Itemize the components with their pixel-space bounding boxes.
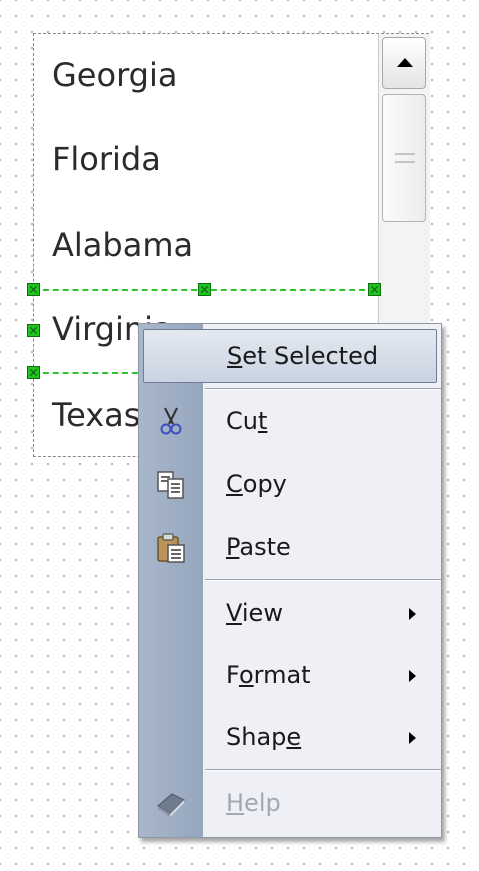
- list-item[interactable]: Alabama: [52, 226, 193, 264]
- selection-handle-bottom-left[interactable]: [27, 366, 40, 379]
- selection-handle-middle-left[interactable]: [27, 324, 40, 337]
- menu-item-label: Shape: [226, 723, 302, 751]
- menu-item-format[interactable]: Format: [139, 648, 441, 704]
- submenu-arrow-icon: [409, 732, 416, 744]
- menu-separator: [205, 388, 441, 390]
- submenu-arrow-icon: [409, 670, 416, 682]
- menu-separator: [205, 579, 441, 581]
- menu-item-help[interactable]: Help: [139, 776, 441, 832]
- selection-handle-top-left[interactable]: [27, 283, 40, 296]
- menu-item-cut[interactable]: Cut: [139, 394, 441, 450]
- menu-item-label: Set Selected: [227, 342, 379, 370]
- menu-item-label: Copy: [226, 470, 287, 498]
- copy-icon: [157, 471, 184, 499]
- selection-handle-top-center[interactable]: [198, 283, 211, 296]
- submenu-arrow-icon: [409, 608, 416, 620]
- paste-icon: [157, 533, 185, 563]
- menu-separator: [205, 769, 441, 771]
- list-item[interactable]: Georgia: [52, 56, 177, 94]
- menu-item-label: Format: [226, 661, 311, 689]
- menu-item-paste[interactable]: Paste: [139, 520, 441, 576]
- menu-item-view[interactable]: View: [139, 586, 441, 642]
- scissors-icon: [160, 407, 182, 435]
- selection-handle-top-right[interactable]: [368, 283, 381, 296]
- menu-item-label: Cut: [226, 407, 268, 435]
- menu-item-set-selected[interactable]: Set Selected: [143, 329, 437, 383]
- help-book-icon: [157, 793, 186, 817]
- menu-item-label: Paste: [226, 533, 291, 561]
- scroll-thumb[interactable]: [382, 94, 426, 222]
- menu-item-copy[interactable]: Copy: [139, 457, 441, 513]
- context-menu: Set Selected Cut Copy Paste View Format …: [138, 323, 442, 838]
- list-item[interactable]: Florida: [52, 140, 161, 178]
- menu-item-label: View: [226, 599, 283, 627]
- vertical-scrollbar[interactable]: [378, 34, 430, 324]
- list-item[interactable]: Texas: [52, 396, 140, 434]
- menu-item-label: Help: [226, 789, 281, 817]
- scroll-up-button[interactable]: [382, 37, 426, 89]
- menu-item-shape[interactable]: Shape: [139, 710, 441, 766]
